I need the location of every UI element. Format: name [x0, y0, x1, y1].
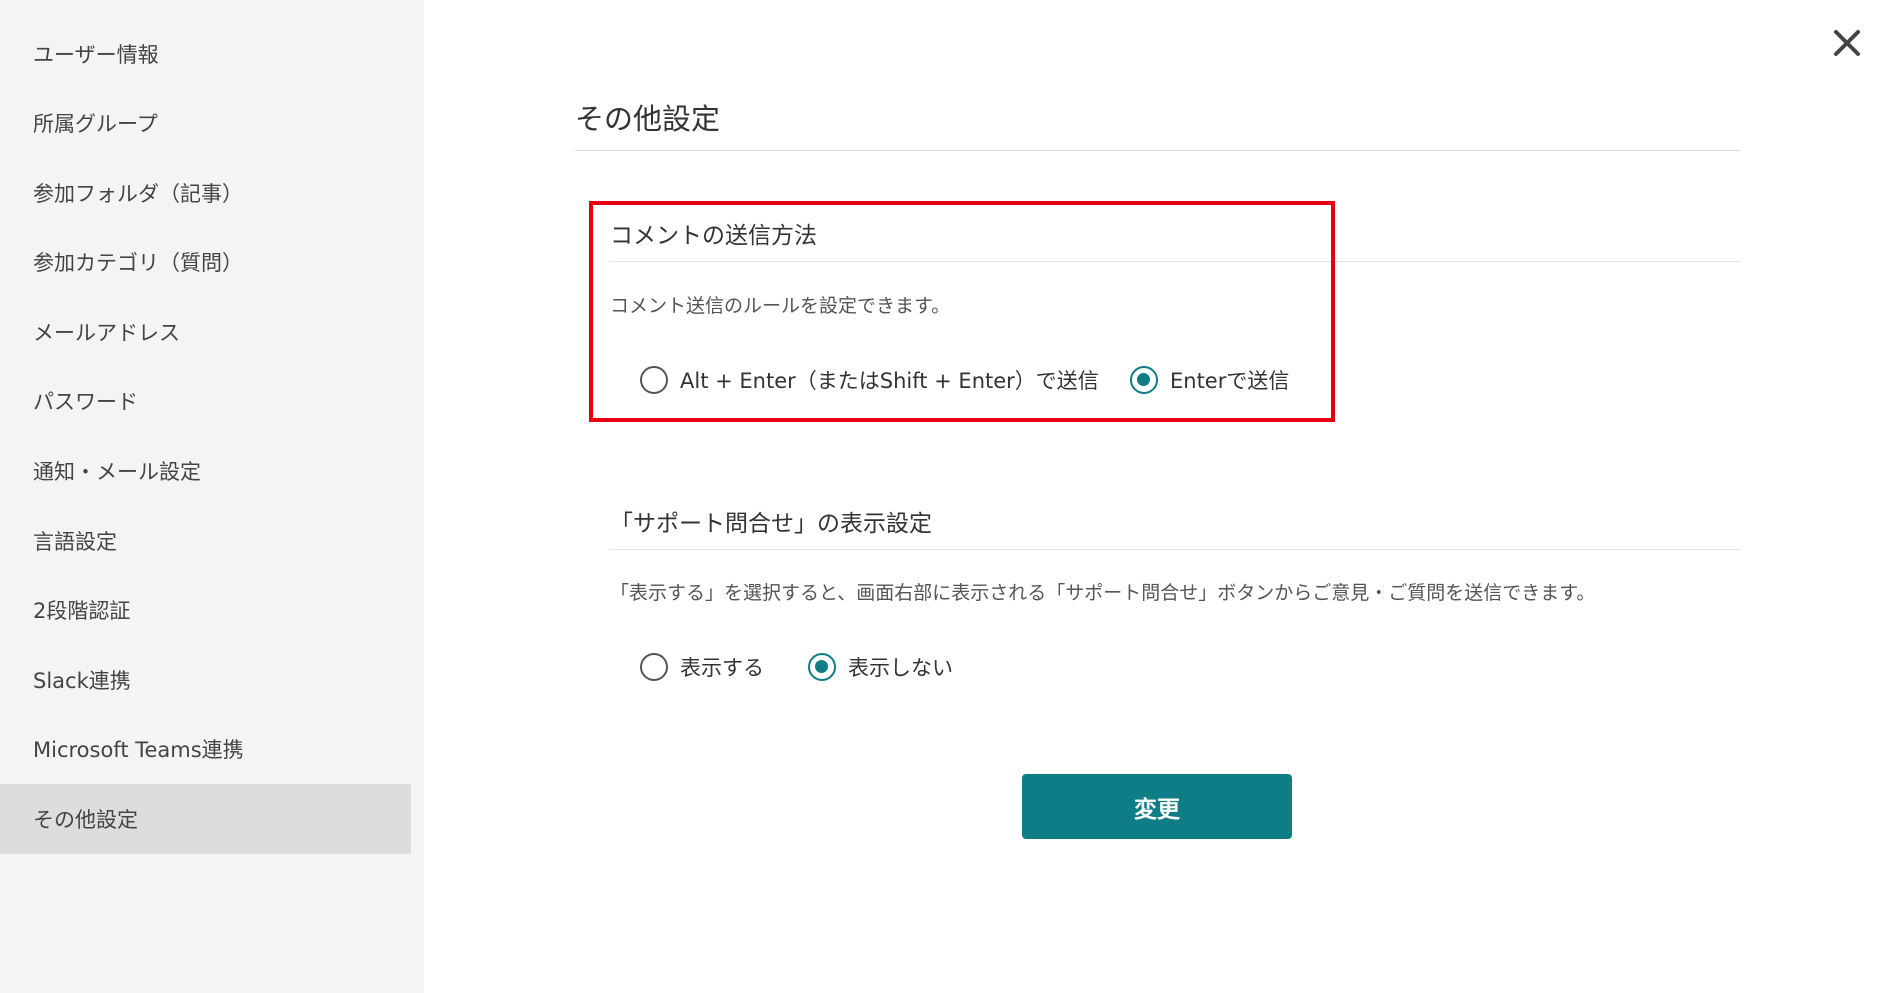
comment-section-title: コメントの送信方法	[610, 223, 817, 249]
sidebar-item-label: 参加カテゴリ（質問）	[33, 251, 243, 275]
radio-show-support[interactable]: 表示する	[640, 652, 764, 682]
sidebar-item-label: 通知・メール設定	[33, 460, 201, 484]
sidebar-item-email[interactable]: メールアドレス	[0, 297, 411, 367]
sidebar-item-question-categories[interactable]: 参加カテゴリ（質問）	[0, 227, 411, 297]
sidebar-item-other-settings[interactable]: その他設定	[0, 784, 411, 854]
sidebar-item-article-folders[interactable]: 参加フォルダ（記事）	[0, 158, 411, 228]
change-button[interactable]: 変更	[1022, 774, 1292, 839]
sidebar-item-label: 2段階認証	[33, 599, 131, 623]
sidebar-item-label: 所属グループ	[33, 112, 158, 136]
settings-page: ユーザー情報 所属グループ 参加フォルダ（記事） 参加カテゴリ（質問） メールア…	[0, 0, 1889, 993]
sidebar-item-language[interactable]: 言語設定	[0, 506, 411, 576]
radio-button[interactable]	[1130, 366, 1158, 394]
sidebar-item-label: その他設定	[33, 808, 138, 832]
support-section-title: 「サポート問合せ」の表示設定	[610, 511, 932, 537]
sidebar-item-label: ユーザー情報	[33, 43, 159, 67]
radio-label: 表示しない	[848, 656, 953, 680]
radio-button[interactable]	[640, 366, 668, 394]
sidebar-item-notifications[interactable]: 通知・メール設定	[0, 436, 411, 506]
settings-sidebar: ユーザー情報 所属グループ 参加フォルダ（記事） 参加カテゴリ（質問） メールア…	[0, 0, 424, 993]
sidebar-item-two-factor[interactable]: 2段階認証	[0, 575, 411, 645]
sidebar-item-label: Slack連携	[33, 669, 131, 693]
close-button[interactable]	[1826, 22, 1868, 64]
comment-section-divider	[610, 261, 1741, 262]
sidebar-item-label: パスワード	[33, 390, 138, 414]
radio-button[interactable]	[640, 653, 668, 681]
sidebar-item-label: 言語設定	[33, 530, 117, 554]
sidebar-item-user-info[interactable]: ユーザー情報	[0, 19, 411, 89]
title-divider	[575, 150, 1741, 151]
sidebar-item-groups[interactable]: 所属グループ	[0, 88, 411, 158]
radio-label: Enterで送信	[1170, 369, 1290, 393]
sidebar-item-label: Microsoft Teams連携	[33, 738, 244, 762]
radio-label: Alt + Enter（またはShift + Enter）で送信	[680, 369, 1099, 393]
radio-hide-support[interactable]: 表示しない	[808, 652, 953, 682]
support-section-description: 「表示する」を選択すると、画面右部に表示される「サポート問合せ」ボタンからご意見…	[610, 582, 1596, 604]
radio-alt-enter-send[interactable]: Alt + Enter（またはShift + Enter）で送信	[640, 365, 1099, 395]
radio-button[interactable]	[808, 653, 836, 681]
comment-section-description: コメント送信のルールを設定できます。	[610, 295, 951, 317]
close-icon	[1834, 30, 1860, 56]
radio-label: 表示する	[680, 656, 764, 680]
support-section-divider	[610, 549, 1741, 550]
sidebar-item-label: 参加フォルダ（記事）	[33, 182, 243, 206]
sidebar-item-teams[interactable]: Microsoft Teams連携	[0, 714, 411, 784]
sidebar-item-password[interactable]: パスワード	[0, 366, 411, 436]
sidebar-item-label: メールアドレス	[33, 321, 180, 345]
page-title: その他設定	[575, 102, 721, 136]
radio-enter-send[interactable]: Enterで送信	[1130, 365, 1289, 395]
sidebar-item-slack[interactable]: Slack連携	[0, 645, 411, 715]
